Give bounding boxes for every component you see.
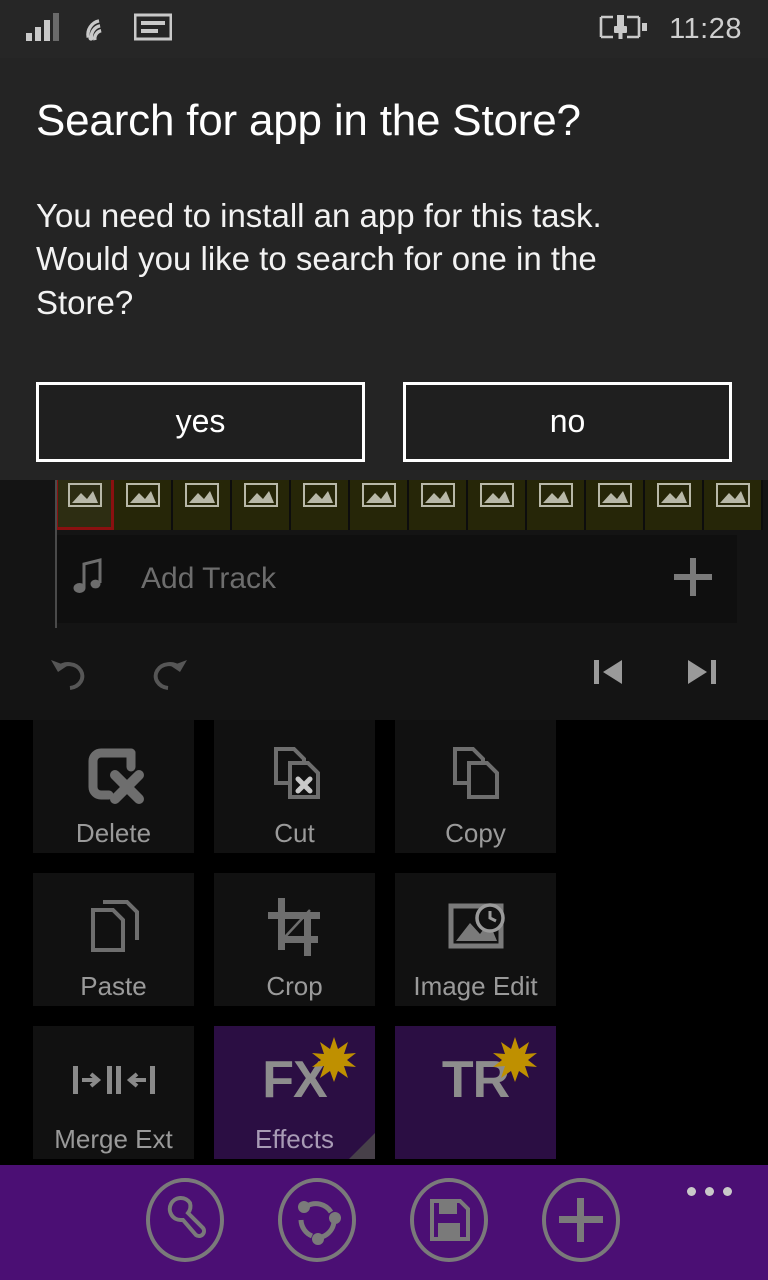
timeline-thumbnail[interactable] bbox=[704, 480, 763, 530]
signal-bars-icon bbox=[26, 12, 66, 46]
more-dot bbox=[687, 1187, 696, 1196]
editor-background: Add Track bbox=[0, 480, 768, 720]
undo-icon[interactable] bbox=[48, 652, 94, 697]
plus-icon[interactable] bbox=[671, 555, 715, 604]
share-button[interactable] bbox=[274, 1177, 360, 1268]
status-bar: 11:28 bbox=[0, 0, 768, 58]
tool-label: Crop bbox=[266, 971, 323, 1001]
tool-grid: Delete Cut Copy Paste Crop Image Edit Me… bbox=[0, 720, 768, 1159]
tool-tile-paste[interactable]: Paste bbox=[33, 873, 194, 1006]
wifi-icon bbox=[82, 13, 118, 46]
phone-screen: 11:28 Add Track Delete Cut Copy Paste Cr… bbox=[0, 0, 768, 1280]
thumbnail-image-icon bbox=[184, 483, 219, 512]
timeline-thumbnail[interactable] bbox=[114, 480, 173, 530]
timeline-playhead bbox=[55, 480, 57, 628]
corner-triangle bbox=[349, 1133, 375, 1159]
thumbnail-image-icon bbox=[597, 483, 632, 512]
thumbnail-image-icon bbox=[715, 483, 750, 512]
tool-label: Paste bbox=[80, 971, 147, 1001]
dialog-message: You need to install an app for this task… bbox=[36, 197, 602, 321]
timeline-thumbnail[interactable] bbox=[409, 480, 468, 530]
timeline-thumbnail[interactable] bbox=[645, 480, 704, 530]
tool-tile-crop[interactable]: Crop bbox=[214, 873, 375, 1006]
music-note-icon bbox=[71, 557, 105, 601]
status-bar-clock: 11:28 bbox=[669, 12, 742, 45]
paste-page-icon bbox=[79, 891, 149, 963]
tool-tile-delete[interactable]: Delete bbox=[33, 720, 194, 853]
tool-tile-copy[interactable]: Copy bbox=[395, 720, 556, 853]
store-search-dialog: Search for app in the Store? You need to… bbox=[0, 58, 768, 480]
thumbnail-image-icon bbox=[243, 483, 278, 512]
tool-tile-tr[interactable]: TR bbox=[395, 1026, 556, 1159]
undo-redo-group bbox=[48, 652, 190, 697]
sim-card-icon bbox=[133, 13, 173, 46]
timeline-thumbnail[interactable] bbox=[173, 480, 232, 530]
timeline-thumbnail[interactable] bbox=[468, 480, 527, 530]
cut-pages-x-icon bbox=[260, 738, 330, 810]
merge-arrows-icon bbox=[71, 1044, 157, 1116]
star-icon bbox=[492, 1036, 538, 1087]
app-bar bbox=[0, 1165, 768, 1280]
crop-icon bbox=[260, 891, 330, 963]
timeline-thumbnail[interactable] bbox=[350, 480, 409, 530]
tool-label: Merge Ext bbox=[54, 1124, 173, 1154]
image-clock-icon bbox=[441, 891, 511, 963]
delete-box-x-icon bbox=[79, 738, 149, 810]
add-button[interactable] bbox=[538, 1177, 624, 1268]
more-dot bbox=[723, 1187, 732, 1196]
tool-tile-image-edit[interactable]: Image Edit bbox=[395, 873, 556, 1006]
tool-tile-cut[interactable]: Cut bbox=[214, 720, 375, 853]
tool-label: Copy bbox=[445, 818, 506, 848]
redo-icon[interactable] bbox=[144, 652, 190, 697]
tool-label: Image Edit bbox=[413, 971, 538, 1001]
dialog-buttons: yes no bbox=[36, 381, 732, 462]
tool-tile-merge-ext[interactable]: Merge Ext bbox=[33, 1026, 194, 1159]
copy-pages-icon bbox=[441, 738, 511, 810]
yes-button[interactable]: yes bbox=[36, 381, 365, 462]
settings-button[interactable] bbox=[142, 1177, 228, 1268]
add-track-label: Add Track bbox=[141, 562, 277, 595]
timeline-thumbnail[interactable] bbox=[586, 480, 645, 530]
thumbnail-image-icon bbox=[125, 483, 160, 512]
dialog-title: Search for app in the Store? bbox=[36, 96, 581, 145]
battery-charging-icon bbox=[599, 13, 651, 46]
tool-label: Delete bbox=[75, 818, 152, 848]
tool-label: Effects bbox=[254, 1124, 334, 1154]
thumbnail-image-icon bbox=[420, 483, 455, 512]
status-bar-right: 11:28 bbox=[599, 13, 742, 46]
save-button[interactable] bbox=[406, 1177, 492, 1268]
more-dot bbox=[705, 1187, 714, 1196]
thumbnail-image-icon bbox=[538, 483, 573, 512]
tool-tile-effects[interactable]: FX Effects bbox=[214, 1026, 375, 1159]
no-button[interactable]: no bbox=[403, 381, 732, 462]
timeline-thumbnail[interactable] bbox=[291, 480, 350, 530]
transport-controls bbox=[0, 632, 768, 716]
timeline-thumbnail[interactable] bbox=[55, 480, 114, 530]
tool-label: Cut bbox=[274, 818, 315, 848]
add-track-row[interactable]: Add Track bbox=[57, 535, 737, 623]
timeline-thumbnail[interactable] bbox=[527, 480, 586, 530]
timeline-thumbnail[interactable] bbox=[232, 480, 291, 530]
thumbnail-image-icon bbox=[302, 483, 337, 512]
thumbnail-image-icon bbox=[479, 483, 514, 512]
skip-to-start-icon[interactable] bbox=[590, 654, 626, 695]
seek-group bbox=[590, 654, 720, 695]
thumbnail-image-icon bbox=[67, 483, 102, 512]
skip-to-end-icon[interactable] bbox=[684, 654, 720, 695]
star-icon bbox=[311, 1036, 357, 1087]
timeline-filmstrip[interactable] bbox=[55, 480, 768, 530]
thumbnail-image-icon bbox=[656, 483, 691, 512]
more-options-button[interactable] bbox=[687, 1187, 732, 1196]
thumbnail-image-icon bbox=[361, 483, 396, 512]
app-bar-buttons bbox=[142, 1177, 624, 1268]
status-bar-left bbox=[26, 12, 173, 46]
